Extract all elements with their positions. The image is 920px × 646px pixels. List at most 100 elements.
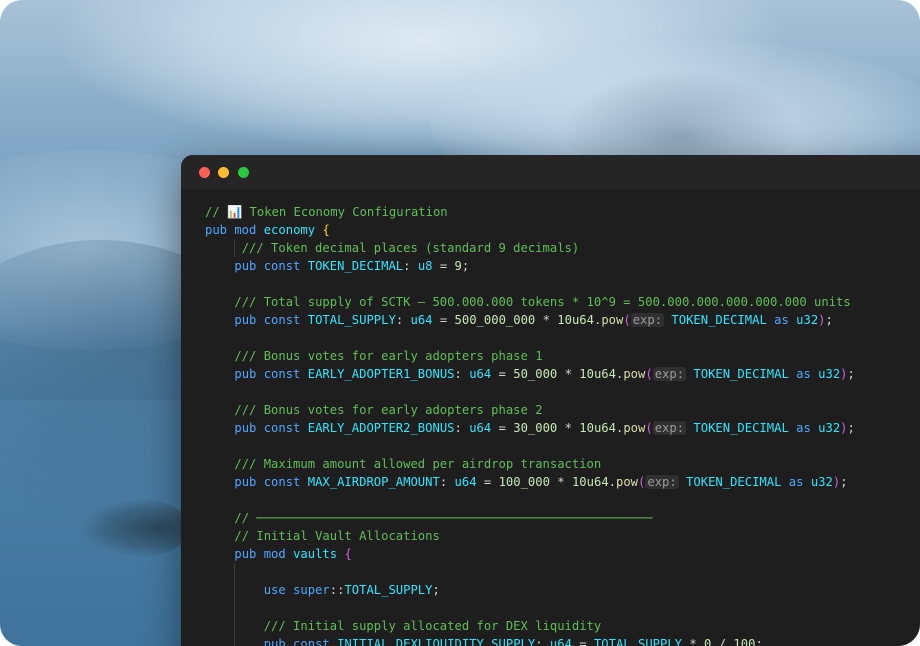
code-line: /// Bonus votes for early adopters phase… xyxy=(205,347,855,365)
keyword: as xyxy=(774,313,789,327)
operator: * xyxy=(557,475,565,489)
type-name: u8 xyxy=(417,259,433,273)
operator: : xyxy=(395,313,404,327)
doc-comment: /// Total supply of SCTK – 500.000.000 t… xyxy=(234,295,851,309)
keyword: pub const xyxy=(234,259,301,273)
type-name: u64 xyxy=(549,637,572,646)
operator: ; xyxy=(840,475,848,489)
code-line: pub const EARLY_ADOPTER2_BONUS: u64 = 30… xyxy=(234,421,855,435)
type-name: u32 xyxy=(818,367,841,381)
number: 10u64 xyxy=(571,475,609,489)
constant-name: TOKEN_DECIMAL xyxy=(671,313,767,327)
number: 30_000 xyxy=(513,421,558,435)
keyword: pub const xyxy=(234,421,301,435)
number: 500_000_000 xyxy=(454,313,536,327)
indent-guide xyxy=(234,563,235,581)
code-line: pub const MAX_AIRDROP_AMOUNT: u64 = 100_… xyxy=(234,475,848,489)
type-name: u32 xyxy=(818,421,841,435)
constant-name: TOTAL_SUPPLY xyxy=(344,583,433,597)
keyword: pub const xyxy=(234,475,301,489)
function-name: pow xyxy=(616,475,639,489)
operator: * xyxy=(542,313,550,327)
operator: / xyxy=(718,637,727,646)
indent-guide xyxy=(234,239,235,257)
number: 0 xyxy=(704,637,712,646)
operator: : xyxy=(454,367,462,381)
constant-name: EARLY_ADOPTER1_BONUS xyxy=(307,367,455,381)
inlay-hint: exp: xyxy=(652,367,687,381)
function-name: pow xyxy=(601,313,624,327)
keyword: pub const xyxy=(234,367,301,381)
code-line: /// Maximum amount allowed per airdrop t… xyxy=(205,455,855,473)
operator: = xyxy=(483,475,492,489)
function-name: pow xyxy=(623,367,646,381)
keyword: as xyxy=(788,475,804,489)
operator: : xyxy=(439,475,448,489)
operator: * xyxy=(564,367,572,381)
code-line: pub const EARLY_ADOPTER1_BONUS: u64 = 50… xyxy=(234,367,855,381)
type-name: u64 xyxy=(469,367,492,381)
doc-comment: /// Maximum amount allowed per airdrop t… xyxy=(234,457,602,471)
keyword: as xyxy=(796,367,811,381)
constant-name: EARLY_ADOPTER2_BONUS xyxy=(307,421,455,435)
operator: * xyxy=(689,637,697,646)
code-line: pub mod economy { xyxy=(205,221,855,239)
code-line: // Initial Vault Allocations xyxy=(205,527,855,545)
code-line: /// Initial supply allocated for DEX liq… xyxy=(205,617,855,635)
maximize-button[interactable] xyxy=(238,167,249,178)
doc-comment: /// Bonus votes for early adopters phase… xyxy=(234,403,543,417)
operator: ; xyxy=(847,367,855,381)
module-name: economy xyxy=(263,223,316,237)
close-button[interactable] xyxy=(199,167,210,178)
comment: // ─────────────────────────────────────… xyxy=(234,511,653,525)
constant-name: TOKEN_DECIMAL xyxy=(693,421,789,435)
indent-guide xyxy=(234,617,235,635)
doc-comment: /// Initial supply allocated for DEX liq… xyxy=(263,619,602,633)
code-area[interactable]: // 📊 Token Economy Configuration pub mod… xyxy=(205,203,855,646)
constant-name: TOTAL_SUPPLY xyxy=(307,313,396,327)
indent-guide xyxy=(234,635,235,646)
operator: * xyxy=(564,421,572,435)
brace: { xyxy=(322,223,330,237)
operator: = xyxy=(498,421,506,435)
operator: : xyxy=(535,637,543,646)
keyword: as xyxy=(796,421,811,435)
code-editor-window: // 📊 Token Economy Configuration pub mod… xyxy=(181,155,920,646)
operator: = xyxy=(579,637,587,646)
type-name: u64 xyxy=(410,313,433,327)
number: 100 xyxy=(733,637,756,646)
type-name: u64 xyxy=(454,475,477,489)
inlay-hint: exp: xyxy=(630,313,665,327)
number: 100_000 xyxy=(498,475,550,489)
doc-comment: /// Bonus votes for early adopters phase… xyxy=(234,349,543,363)
type-name: u64 xyxy=(469,421,492,435)
keyword: pub const xyxy=(234,313,301,327)
constant-name: TOTAL_SUPPLY xyxy=(593,637,683,646)
code-line: /// Token decimal places (standard 9 dec… xyxy=(205,239,855,257)
comment: // 📊 Token Economy Configuration xyxy=(205,205,448,219)
number: 10u64 xyxy=(579,367,616,381)
operator: : xyxy=(403,259,411,273)
indent-guide xyxy=(234,599,235,617)
operator: ; xyxy=(461,259,470,273)
code-line: pub const TOKEN_DECIMAL: u8 = 9; xyxy=(205,257,855,275)
number: 9 xyxy=(454,259,462,273)
operator: :: xyxy=(329,583,345,597)
operator: : xyxy=(454,421,462,435)
type-name: u32 xyxy=(810,475,833,489)
wallpaper-shore xyxy=(80,498,190,558)
keyword: pub mod xyxy=(205,223,257,237)
inlay-hint: exp: xyxy=(645,475,679,489)
window-titlebar xyxy=(181,155,920,189)
code-line: pub mod vaults { xyxy=(205,545,855,563)
number: 50_000 xyxy=(513,367,558,381)
keyword: pub const xyxy=(263,637,330,646)
number: 10u64 xyxy=(579,421,616,435)
constant-name: TOKEN_DECIMAL xyxy=(307,259,404,273)
operator: ; xyxy=(755,637,763,646)
minimize-button[interactable] xyxy=(218,167,229,178)
